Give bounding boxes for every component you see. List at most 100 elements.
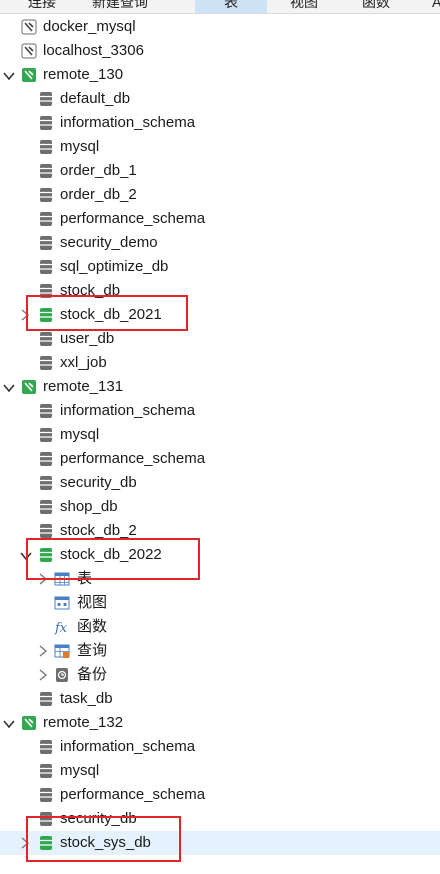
- database-order_db_2[interactable]: order_db_2: [0, 183, 440, 207]
- chevron-down-icon[interactable]: [3, 711, 15, 735]
- tree-item-label: localhost_3306: [43, 42, 144, 59]
- tree-item-label: 备份: [77, 666, 108, 683]
- tree-item-label: information_schema: [60, 402, 196, 419]
- tree-item-label: order_db_1: [60, 162, 137, 179]
- tree-item-label: information_schema: [60, 738, 196, 755]
- database-icon: [38, 451, 54, 467]
- database-performance_schema[interactable]: performance_schema: [0, 783, 440, 807]
- database-open-icon: [38, 835, 54, 851]
- backups-node[interactable]: 备份: [0, 663, 440, 687]
- database-stock_db_2021[interactable]: stock_db_2021: [0, 303, 440, 327]
- chevron-down-icon[interactable]: [3, 63, 15, 87]
- database-mysql[interactable]: mysql: [0, 759, 440, 783]
- connection-docker-mysql[interactable]: docker_mysql: [0, 15, 440, 39]
- database-icon: [38, 331, 54, 347]
- chevron-down-icon[interactable]: [20, 543, 32, 567]
- database-icon: [38, 187, 54, 203]
- database-stock_db_2[interactable]: stock_db_2: [0, 519, 440, 543]
- database-icon: [38, 763, 54, 779]
- database-stock_db[interactable]: stock_db: [0, 279, 440, 303]
- database-open-icon: [38, 547, 54, 563]
- database-security_db[interactable]: security_db: [0, 807, 440, 831]
- query-icon: [54, 643, 70, 659]
- chevron-right-icon[interactable]: [20, 303, 32, 327]
- database-xxl_job[interactable]: xxl_job: [0, 351, 440, 375]
- tree-item-label: security_db: [60, 810, 137, 827]
- database-performance_schema[interactable]: performance_schema: [0, 447, 440, 471]
- tree-item-label: stock_db_2021: [60, 306, 162, 323]
- database-stock_db_2022[interactable]: stock_db_2022: [0, 543, 440, 567]
- database-icon: [38, 691, 54, 707]
- tree-item-label: 查询: [77, 642, 108, 659]
- queries-node[interactable]: 查询: [0, 639, 440, 663]
- more-button[interactable]: A: [432, 0, 440, 11]
- database-shop_db[interactable]: shop_db: [0, 495, 440, 519]
- top-toolbar: 连接 新建查询 表 视图 函数 A: [0, 0, 440, 14]
- tree-item-label: remote_130: [43, 66, 124, 83]
- tree-item-label: mysql: [60, 762, 100, 779]
- tree-item-label: xxl_job: [60, 354, 107, 371]
- tables-node[interactable]: 表: [0, 567, 440, 591]
- database-information_schema[interactable]: information_schema: [0, 399, 440, 423]
- tree-item-label: stock_db: [60, 282, 121, 299]
- database-information_schema[interactable]: information_schema: [0, 735, 440, 759]
- tree-item-label: 函数: [77, 618, 108, 635]
- tree-item-label: sql_optimize_db: [60, 258, 169, 275]
- chevron-down-icon[interactable]: [3, 375, 15, 399]
- database-mysql[interactable]: mysql: [0, 135, 440, 159]
- new-query-button[interactable]: 新建查询: [92, 0, 148, 11]
- database-task_db[interactable]: task_db: [0, 687, 440, 711]
- functions-node[interactable]: fx 函数: [0, 615, 440, 639]
- tree-item-label: 视图: [77, 594, 108, 611]
- tree-item-label: performance_schema: [60, 210, 206, 227]
- database-icon: [38, 403, 54, 419]
- database-information_schema[interactable]: information_schema: [0, 111, 440, 135]
- function-icon: fx: [54, 619, 70, 636]
- mysql-connection-open-icon: [21, 379, 37, 395]
- connection-remote_130[interactable]: remote_130: [0, 63, 440, 87]
- tree-item-label: task_db: [60, 690, 113, 707]
- database-icon: [38, 259, 54, 275]
- database-icon: [38, 91, 54, 107]
- tree-item-label: stock_sys_db: [60, 834, 151, 851]
- database-default_db[interactable]: default_db: [0, 87, 440, 111]
- view-button[interactable]: 视图: [290, 0, 318, 11]
- tree-item-label: order_db_2: [60, 186, 137, 203]
- chevron-right-icon[interactable]: [38, 639, 50, 663]
- database-icon: [38, 211, 54, 227]
- function-button[interactable]: 函数: [362, 0, 390, 11]
- connection-remote_132[interactable]: remote_132: [0, 711, 440, 735]
- connect-button[interactable]: 连接: [28, 0, 56, 11]
- views-node[interactable]: 视图: [0, 591, 440, 615]
- database-icon: [38, 427, 54, 443]
- database-order_db_1[interactable]: order_db_1: [0, 159, 440, 183]
- table-button[interactable]: 表: [195, 0, 267, 13]
- chevron-right-icon[interactable]: [38, 567, 50, 591]
- database-icon: [38, 499, 54, 515]
- svg-text:fx: fx: [54, 621, 68, 635]
- chevron-right-icon[interactable]: [38, 663, 50, 687]
- mysql-connection-open-icon: [21, 715, 37, 731]
- tree-item-label: security_demo: [60, 234, 158, 251]
- database-icon: [38, 739, 54, 755]
- database-mysql[interactable]: mysql: [0, 423, 440, 447]
- connection-remote_131[interactable]: remote_131: [0, 375, 440, 399]
- tree-item-label: mysql: [60, 138, 100, 155]
- backup-icon: [54, 667, 70, 683]
- database-performance_schema[interactable]: performance_schema: [0, 207, 440, 231]
- connection-localhost[interactable]: localhost_3306: [0, 39, 440, 63]
- mysql-connection-icon: [21, 19, 37, 35]
- database-user_db[interactable]: user_db: [0, 327, 440, 351]
- database-security_demo[interactable]: security_demo: [0, 231, 440, 255]
- mysql-connection-open-icon: [21, 67, 37, 83]
- chevron-right-icon[interactable]: [20, 831, 32, 855]
- database-icon: [38, 475, 54, 491]
- database-stock_sys_db[interactable]: stock_sys_db: [0, 831, 440, 855]
- database-security_db[interactable]: security_db: [0, 471, 440, 495]
- database-icon: [38, 787, 54, 803]
- tree-item-label: performance_schema: [60, 450, 206, 467]
- tree-item-label: remote_132: [43, 714, 124, 731]
- database-icon: [38, 811, 54, 827]
- database-sql_optimize_db[interactable]: sql_optimize_db: [0, 255, 440, 279]
- tree-item-label: information_schema: [60, 114, 196, 131]
